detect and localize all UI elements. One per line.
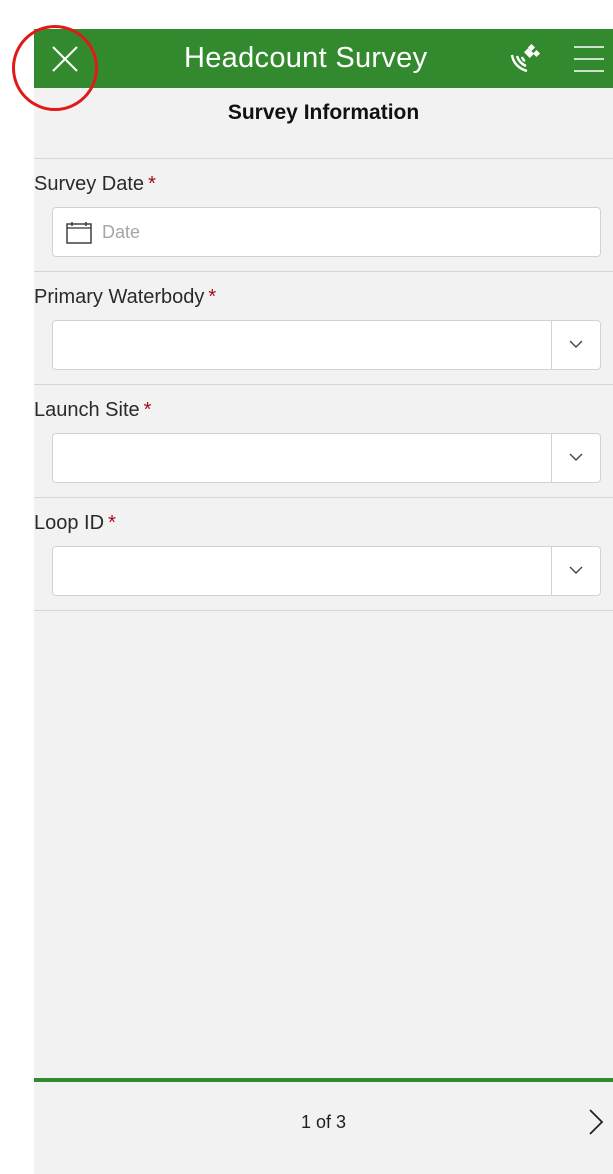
chevron-down-icon[interactable] [565,451,587,465]
primary-waterbody-label: Primary Waterbody * [34,286,216,309]
survey-date-field: Survey Date * Date [34,159,613,272]
annotation-highlight-ring [12,25,98,111]
survey-date-input[interactable]: Date [52,207,601,257]
section-title: Survey Information [34,88,613,159]
hamburger-menu-icon [574,46,604,72]
next-page-button[interactable] [582,1108,608,1136]
launch-site-select[interactable] [52,433,601,483]
loop-id-label-text: Loop ID [34,512,105,534]
page-footer: 1 of 3 [34,1082,613,1174]
chevron-down-icon[interactable] [565,564,587,578]
survey-date-label: Survey Date * [34,173,156,196]
survey-date-placeholder: Date [102,222,141,242]
gps-button[interactable] [508,41,542,75]
app-title: Headcount Survey [184,42,428,74]
calendar-icon [66,222,92,244]
satellite-gps-icon [510,43,541,73]
primary-waterbody-label-text: Primary Waterbody [34,286,205,308]
required-marker: * [143,399,152,421]
chevron-down-icon[interactable] [565,338,587,352]
loop-id-label: Loop ID * [34,512,116,535]
launch-site-field: Launch Site * [34,385,613,498]
select-divider [551,321,552,369]
required-marker: * [208,286,217,308]
loop-id-field: Loop ID * [34,498,613,611]
select-divider [551,547,552,595]
menu-button[interactable] [572,42,606,76]
loop-id-select[interactable] [52,546,601,596]
survey-date-label-text: Survey Date [34,173,145,195]
launch-site-label: Launch Site * [34,399,151,422]
launch-site-label-text: Launch Site [34,399,140,421]
required-marker: * [148,173,156,195]
primary-waterbody-select[interactable] [52,320,601,370]
select-divider [551,434,552,482]
primary-waterbody-field: Primary Waterbody * [34,272,613,385]
survey-form-app: Headcount Survey Survey Information Surv… [34,29,613,1174]
chevron-right-icon [589,1109,604,1135]
page-indicator: 1 of 3 [300,1112,347,1132]
app-header: Headcount Survey [34,29,613,88]
required-marker: * [108,512,116,534]
